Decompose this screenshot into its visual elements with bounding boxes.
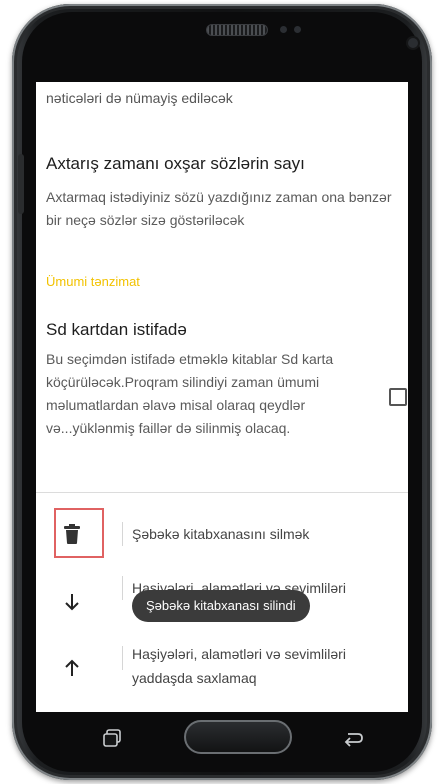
separator	[122, 646, 123, 670]
arrow-down-icon[interactable]	[60, 590, 84, 614]
action-label: Şəbəkə kitabxanasını silmək	[132, 526, 310, 542]
back-icon[interactable]	[342, 728, 364, 748]
delete-network-library-action[interactable]: Şəbəkə kitabxanasını silmək	[36, 508, 408, 560]
proximity-sensor	[280, 26, 287, 33]
home-button[interactable]	[184, 720, 292, 754]
page: nəticələri də nümayiş ediləcək Axtarış z…	[0, 0, 444, 784]
setting-title: Axtarış zamanı oxşar sözlərin sayı	[46, 154, 305, 173]
earpiece-speaker	[206, 24, 268, 36]
setting-description: Axtarmaq istədiyiniz sözü yazdığınız zam…	[46, 189, 392, 228]
recent-apps-icon[interactable]	[102, 728, 122, 748]
section-header-general: Ümumi tənzimat	[46, 274, 140, 289]
settings-screen: nəticələri də nümayiş ediləcək Axtarış z…	[36, 82, 408, 712]
toast-message: Şəbəkə kitabxanası silindi	[132, 590, 310, 622]
volume-button	[18, 154, 24, 214]
previous-setting-description: nəticələri də nümayiş ediləcək	[46, 90, 233, 106]
trash-icon[interactable]	[60, 522, 84, 546]
setting-title: Sd kartdan istifadə	[46, 320, 187, 339]
separator	[122, 576, 123, 600]
divider	[36, 492, 408, 493]
setting-description: Bu seçimdən istifadə etməklə kitablar Sd…	[46, 351, 334, 436]
front-camera	[408, 38, 418, 48]
light-sensor	[294, 26, 301, 33]
save-annotations-action[interactable]: Haşiyələri, alamətləri və sevimliləri ya…	[36, 642, 408, 694]
arrow-up-icon[interactable]	[60, 656, 84, 680]
separator	[122, 522, 123, 546]
action-label: Haşiyələri, alamətləri və sevimliləri ya…	[132, 646, 346, 686]
hardware-buttons	[36, 712, 408, 762]
sd-card-checkbox[interactable]	[389, 388, 407, 406]
